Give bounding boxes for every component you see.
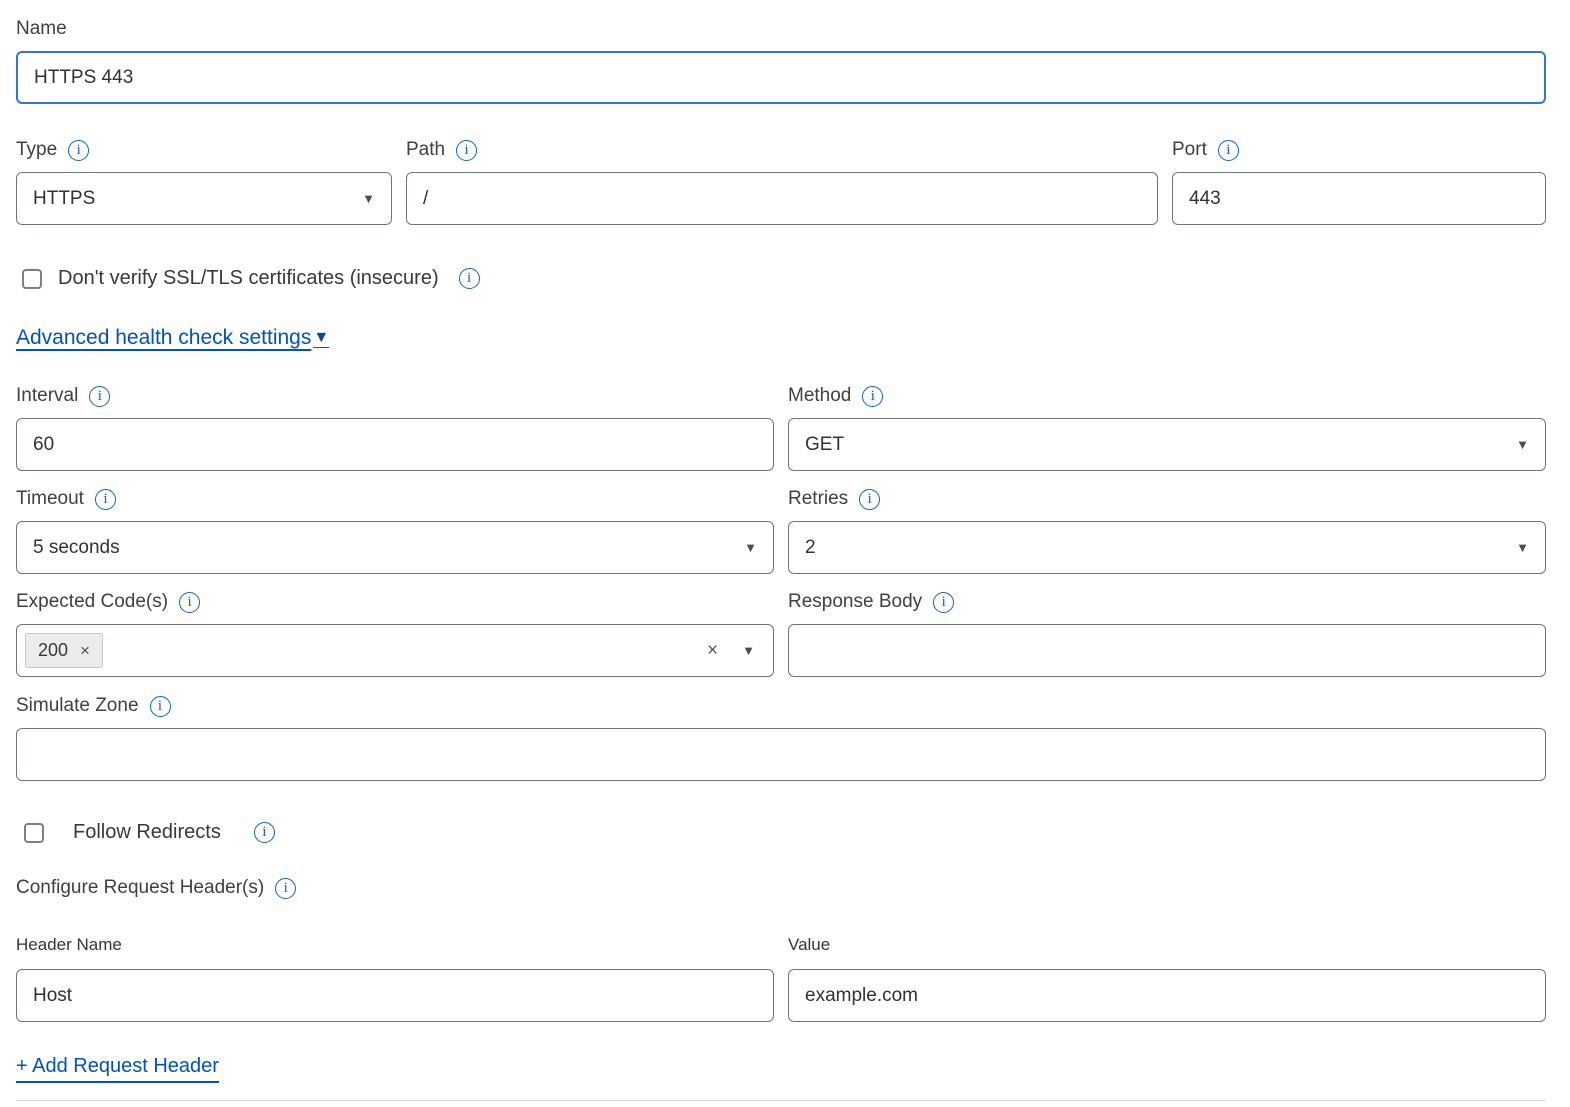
expected-code-tag: 200 × [25,633,103,668]
method-label: Method [788,384,851,408]
method-field: Method i GET ▼ [788,384,1546,471]
expected-codes-label: Expected Code(s) [16,590,168,614]
header-name-input[interactable] [16,969,774,1022]
expected-codes-multiselect[interactable]: 200 × × ▼ [16,624,774,677]
simulate-zone-field: Simulate Zone i [16,694,1546,781]
info-icon[interactable]: i [68,140,89,161]
request-headers-title-row: Configure Request Header(s) i [16,876,1546,900]
chevron-down-icon: ▼ [1516,541,1529,554]
info-icon[interactable]: i [859,489,880,510]
name-label-row: Name [16,17,1546,41]
name-label: Name [16,17,67,41]
timeout-select-value: 5 seconds [33,537,120,559]
info-icon[interactable]: i [1218,140,1239,161]
info-icon[interactable]: i [456,140,477,161]
health-check-form: Name Type i HTTPS ▼ Path i Port i [0,0,1570,1101]
section-divider [16,1100,1546,1101]
method-select-value: GET [805,434,844,456]
info-icon[interactable]: i [275,878,296,899]
ssl-verify-checkbox[interactable] [22,269,42,289]
chevron-down-icon: ▼ [313,329,329,347]
info-icon[interactable]: i [459,268,480,289]
type-select-value: HTTPS [33,188,95,210]
info-icon[interactable]: i [179,592,200,613]
timeout-select[interactable]: 5 seconds ▼ [16,521,774,574]
interval-label: Interval [16,384,78,408]
clear-all-icon[interactable]: × [707,641,718,660]
info-icon[interactable]: i [150,696,171,717]
response-body-field: Response Body i [788,590,1546,677]
follow-redirects-checkbox[interactable] [24,823,44,843]
expected-codes-field: Expected Code(s) i 200 × × ▼ [16,590,774,677]
type-label: Type [16,138,57,162]
response-body-label: Response Body [788,590,922,614]
info-icon[interactable]: i [862,386,883,407]
interval-input[interactable] [16,418,774,471]
retries-label: Retries [788,487,848,511]
ssl-verify-label: Don't verify SSL/TLS certificates (insec… [58,267,439,290]
path-label: Path [406,138,445,162]
info-icon[interactable]: i [254,822,275,843]
info-icon[interactable]: i [95,489,116,510]
path-input[interactable] [406,172,1158,225]
type-select[interactable]: HTTPS ▼ [16,172,392,225]
simulate-zone-label: Simulate Zone [16,694,139,718]
chevron-down-icon: ▼ [1516,438,1529,451]
timeout-field: Timeout i 5 seconds ▼ [16,487,774,574]
ssl-verify-row: Don't verify SSL/TLS certificates (insec… [16,267,1546,290]
retries-select[interactable]: 2 ▼ [788,521,1546,574]
retries-select-value: 2 [805,537,816,559]
method-select[interactable]: GET ▼ [788,418,1546,471]
port-input[interactable] [1172,172,1546,225]
timeout-label: Timeout [16,487,84,511]
add-request-header-link[interactable]: + Add Request Header [16,1055,219,1083]
follow-redirects-label: Follow Redirects [73,821,221,844]
chevron-down-icon: ▼ [362,192,375,205]
info-icon[interactable]: i [933,592,954,613]
retries-field: Retries i 2 ▼ [788,487,1546,574]
simulate-zone-input[interactable] [16,728,1546,781]
request-headers-title: Configure Request Header(s) [16,876,264,900]
advanced-settings-link[interactable]: Advanced health check settings▼ [16,326,329,350]
chevron-down-icon[interactable]: ▼ [742,644,755,657]
info-icon[interactable]: i [89,386,110,407]
response-body-input[interactable] [788,624,1546,677]
expected-code-tag-value: 200 [38,640,68,661]
interval-field: Interval i [16,384,774,471]
header-name-label: Header Name [16,935,774,955]
remove-tag-icon[interactable]: × [80,641,90,661]
follow-redirects-row: Follow Redirects i [16,821,1546,844]
header-value-input[interactable] [788,969,1546,1022]
name-input[interactable] [16,51,1546,104]
header-value-label: Value [788,935,1546,955]
chevron-down-icon: ▼ [744,541,757,554]
port-label: Port [1172,138,1207,162]
